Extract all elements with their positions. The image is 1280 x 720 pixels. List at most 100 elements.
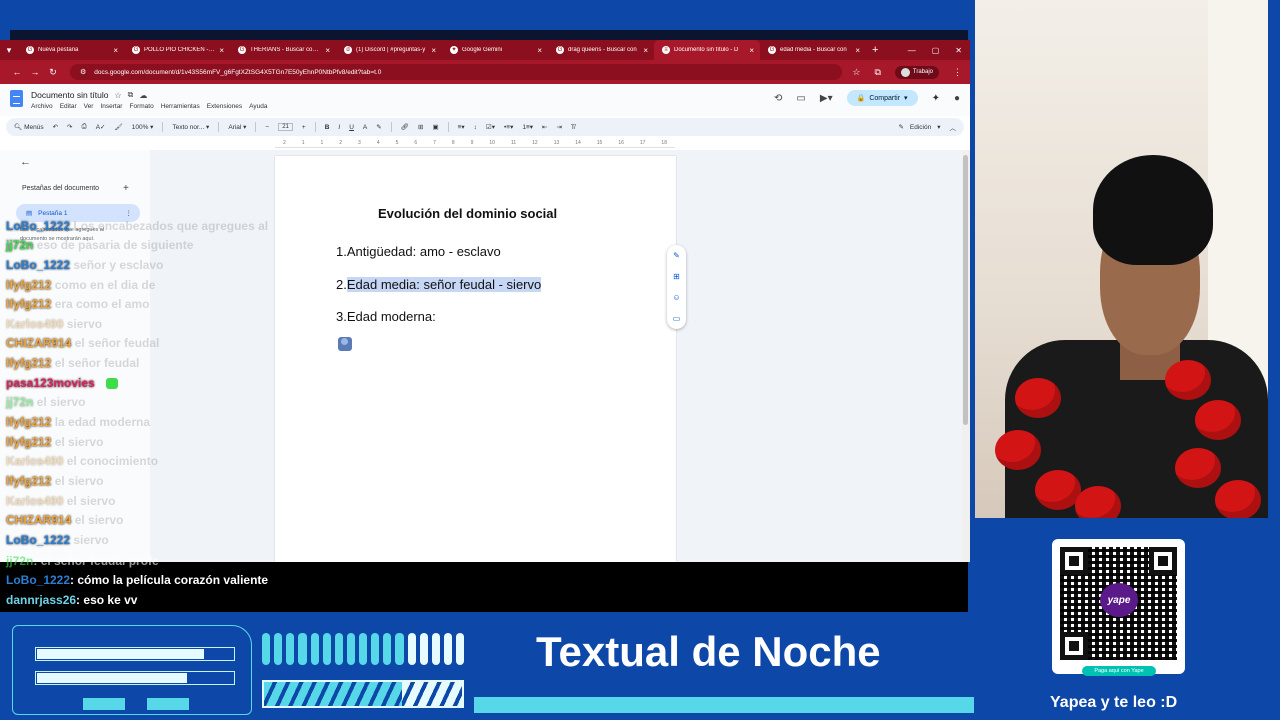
back-icon[interactable]: ← bbox=[8, 67, 26, 77]
tab-favicon-icon: G bbox=[556, 46, 564, 54]
move-folder-icon[interactable]: ⧉ bbox=[128, 90, 134, 100]
browser-tab-active[interactable]: ≡ Documento sin título - D × bbox=[654, 40, 760, 60]
tab-close-icon[interactable]: × bbox=[537, 46, 542, 55]
add-comment-icon[interactable]: ⊞ bbox=[673, 272, 680, 281]
reload-icon[interactable]: ↻ bbox=[44, 67, 62, 78]
increase-size-icon[interactable]: + bbox=[302, 124, 306, 131]
share-button[interactable]: 🔒 Compartir ▾ bbox=[846, 90, 918, 106]
font-select[interactable]: Arial ▾ bbox=[228, 123, 246, 131]
redo-icon[interactable]: ↷ bbox=[67, 123, 72, 131]
underline-icon[interactable]: U bbox=[349, 124, 354, 131]
docs-logo-icon[interactable] bbox=[10, 90, 23, 107]
browser-tab[interactable]: G Nueva pestaña × bbox=[18, 40, 124, 60]
tab-close-icon[interactable]: × bbox=[113, 46, 118, 55]
link-icon[interactable]: 🔗︎ bbox=[401, 123, 409, 131]
tab-close-icon[interactable]: × bbox=[643, 46, 648, 55]
selected-text[interactable]: Edad media: señor feudal - siervo bbox=[346, 277, 542, 292]
bookmark-star-icon[interactable]: ☆ bbox=[852, 67, 860, 78]
close-window-icon[interactable]: ✕ bbox=[955, 46, 962, 55]
document-title[interactable]: Documento sin título bbox=[31, 90, 108, 100]
ruler[interactable]: 2 1 1 2 3 4 5 6 7 8 9 10 11 12 13 14 15 16 17 18 bbox=[275, 138, 675, 148]
scrollbar-thumb[interactable] bbox=[963, 155, 968, 425]
print-icon[interactable]: ⎙ bbox=[81, 123, 86, 131]
menu-insert[interactable]: Insertar bbox=[100, 103, 122, 110]
hud-frame bbox=[12, 625, 252, 715]
paint-format-icon[interactable]: 🖌 bbox=[114, 123, 122, 131]
browser-tab[interactable]: G POLLO PIO CHICKEN - Bu × bbox=[124, 40, 230, 60]
minimize-icon[interactable]: — bbox=[908, 46, 916, 55]
menu-extensions[interactable]: Extensiones bbox=[207, 103, 242, 110]
add-comment-icon[interactable]: ⊞ bbox=[418, 123, 423, 131]
tab-favicon-icon: G bbox=[26, 46, 34, 54]
account-avatar[interactable]: ● bbox=[954, 93, 960, 104]
star-icon[interactable]: ☆ bbox=[114, 91, 121, 100]
browser-tab[interactable]: Gdrag queens - Buscar con × bbox=[548, 40, 654, 60]
tab-search-icon[interactable]: ▾ bbox=[0, 40, 18, 60]
increase-indent-icon[interactable]: ⇥ bbox=[556, 123, 561, 131]
line-spacing-icon[interactable]: ↕ bbox=[474, 124, 477, 131]
profile-button[interactable]: Trabajo bbox=[894, 65, 939, 79]
align-icon[interactable]: ≡▾ bbox=[458, 123, 465, 131]
tab-close-icon[interactable]: × bbox=[749, 46, 754, 55]
bullet-list-icon[interactable]: •≡▾ bbox=[504, 123, 513, 131]
list-item[interactable]: 1.Antigüedad: amo - esclavo bbox=[336, 244, 501, 259]
sidebar-item-tab-1[interactable]: ▤ Pestaña 1 ⋮ bbox=[16, 204, 140, 222]
url-field[interactable]: ⚙ docs.google.com/document/d/1v43S56mFV_g… bbox=[70, 64, 843, 80]
insert-image-icon[interactable]: ▣ bbox=[432, 123, 438, 131]
editing-mode-select[interactable]: ✎ Edición ▾ bbox=[898, 123, 940, 132]
forward-icon[interactable]: → bbox=[26, 67, 44, 77]
emoji-reaction-icon[interactable]: ☺ bbox=[672, 293, 680, 302]
suggest-edit-icon[interactable]: ▭ bbox=[673, 314, 681, 323]
list-number: 2. bbox=[336, 277, 347, 292]
font-size-input[interactable]: 21 bbox=[278, 123, 293, 131]
tab-close-icon[interactable]: × bbox=[219, 46, 224, 55]
collapse-toolbar-icon[interactable]: ︿ bbox=[950, 122, 957, 132]
highlight-icon[interactable]: ✎ bbox=[376, 123, 381, 131]
browser-menu-icon[interactable]: ⋮ bbox=[953, 67, 962, 78]
gemini-icon[interactable]: ✦ bbox=[932, 93, 940, 104]
spellcheck-icon[interactable]: A✓ bbox=[96, 123, 106, 131]
style-select[interactable]: Texto nor... ▾ bbox=[172, 123, 209, 131]
browser-tab[interactable]: ✦ Google Gemini × bbox=[442, 40, 548, 60]
menu-format[interactable]: Formato bbox=[129, 103, 153, 110]
browser-tab[interactable]: d (1) Discord | #preguntas-y × bbox=[336, 40, 442, 60]
undo-icon[interactable]: ↶ bbox=[53, 123, 58, 131]
zoom-select[interactable]: 100% ▾ bbox=[132, 123, 154, 131]
tab-close-icon[interactable]: × bbox=[325, 46, 330, 55]
text-color-icon[interactable]: A bbox=[363, 124, 367, 131]
decrease-indent-icon[interactable]: ⇤ bbox=[542, 123, 547, 131]
menu-tools[interactable]: Herramientas bbox=[161, 103, 200, 110]
comments-icon[interactable]: ▭ bbox=[796, 93, 805, 104]
tab-close-icon[interactable]: × bbox=[431, 46, 436, 55]
extensions-icon[interactable]: ⧉ bbox=[874, 67, 880, 78]
document-heading[interactable]: Evolución del dominio social bbox=[378, 206, 557, 221]
decrease-size-icon[interactable]: − bbox=[265, 124, 269, 131]
maximize-icon[interactable]: ▢ bbox=[932, 46, 940, 55]
list-item[interactable]: 3.Edad moderna: bbox=[336, 309, 436, 324]
menu-help[interactable]: Ayuda bbox=[249, 103, 267, 110]
list-item[interactable]: 2.Edad media: señor feudal - siervo bbox=[336, 277, 542, 292]
more-options-icon[interactable]: ⋮ bbox=[126, 209, 133, 217]
add-tab-icon[interactable]: + bbox=[123, 183, 129, 194]
menu-edit[interactable]: Editar bbox=[60, 103, 77, 110]
site-info-icon[interactable]: ⚙ bbox=[80, 68, 86, 76]
back-arrow-icon[interactable]: ← bbox=[20, 156, 31, 168]
chat-message: jj72n: el señor feudal profe bbox=[6, 554, 159, 568]
menu-file[interactable]: Archivo bbox=[31, 103, 53, 110]
striped-progress bbox=[262, 680, 464, 708]
bold-icon[interactable]: B bbox=[325, 124, 330, 131]
clear-format-icon[interactable]: T̸ bbox=[571, 124, 575, 131]
numbered-list-icon[interactable]: 1≡▾ bbox=[522, 123, 533, 131]
scrollbar[interactable] bbox=[962, 150, 970, 562]
search-menus-button[interactable]: 🔍︎ Menús bbox=[14, 123, 44, 131]
browser-tab[interactable]: Gedad media - Buscar con × bbox=[760, 40, 866, 60]
new-tab-button[interactable]: + bbox=[872, 44, 878, 56]
browser-tab[interactable]: G THERIANS - Buscar con G × bbox=[230, 40, 336, 60]
history-icon[interactable]: ⟲ bbox=[774, 93, 782, 104]
italic-icon[interactable]: I bbox=[338, 124, 340, 131]
edit-suggest-icon[interactable]: ✎ bbox=[673, 251, 680, 260]
checklist-icon[interactable]: ☑▾ bbox=[486, 123, 495, 131]
menu-view[interactable]: Ver bbox=[84, 103, 94, 110]
tab-close-icon[interactable]: × bbox=[855, 46, 860, 55]
meet-icon[interactable]: ▶▾ bbox=[820, 93, 833, 104]
